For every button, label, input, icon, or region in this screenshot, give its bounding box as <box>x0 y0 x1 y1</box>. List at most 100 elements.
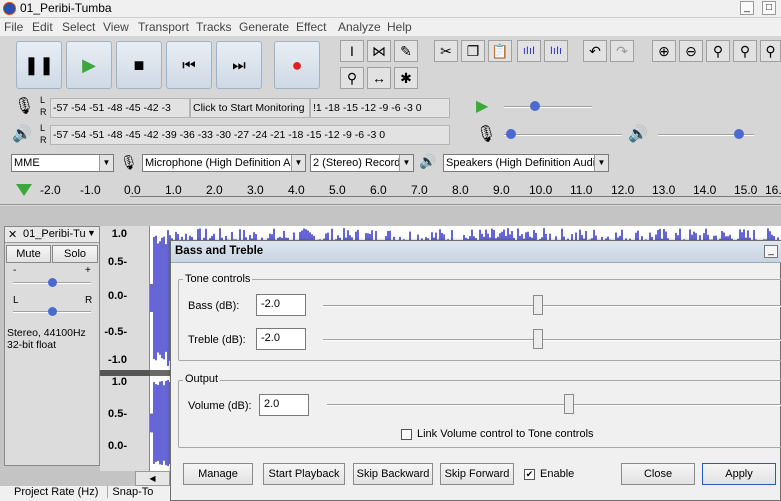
play-speed-slider[interactable] <box>504 94 594 116</box>
play-at-speed-icon[interactable]: ▶ <box>476 96 488 116</box>
gain-slider[interactable] <box>13 277 91 289</box>
play-button[interactable]: ▶ <box>66 41 112 89</box>
audio-host-select[interactable]: MME ▼ <box>11 154 114 172</box>
treble-field[interactable]: -2.0 <box>256 328 306 350</box>
ruler-tick: 16. <box>765 183 781 197</box>
skip-to-end-button[interactable]: ⏭ <box>216 41 262 89</box>
ruler-tick: 12.0 <box>611 183 635 197</box>
ruler-tick: 1.0 <box>165 183 182 197</box>
volume-slider[interactable] <box>327 394 781 416</box>
silence-icon: IıIı <box>549 45 563 57</box>
record-meter-scale-end[interactable]: !1 -18 -15 -12 -9 -6 -3 0 <box>310 98 450 118</box>
volume-field[interactable]: 2.0 <box>259 394 309 416</box>
menu-tracks[interactable]: Tracks <box>196 20 232 34</box>
undo-button[interactable]: ↶ <box>583 40 607 62</box>
redo-button[interactable]: ↷ <box>610 40 634 62</box>
ruler-tick: 7.0 <box>411 183 428 197</box>
close-button[interactable]: Close <box>621 463 695 485</box>
stop-button[interactable]: ■ <box>116 41 162 89</box>
ruler-tick: 13.0 <box>652 183 676 197</box>
menu-view[interactable]: View <box>103 20 129 34</box>
manage-button[interactable]: Manage <box>183 463 253 485</box>
maximize-button[interactable]: □ <box>762 1 776 15</box>
pan-slider[interactable] <box>13 306 91 318</box>
minimize-button[interactable]: _ <box>740 1 754 15</box>
timeshift-tool[interactable]: ↔ <box>367 67 391 89</box>
zoom-in-icon: ⊕ <box>658 42 670 59</box>
start-playback-button[interactable]: Start Playback <box>263 463 345 485</box>
record-meter-monitor[interactable]: Click to Start Monitoring <box>190 98 310 118</box>
output-volume-slider[interactable] <box>658 122 758 144</box>
pause-icon: ❚❚ <box>23 54 55 75</box>
play-speed-thumb[interactable] <box>530 101 540 111</box>
record-meter-scale[interactable]: -57 -54 -51 -48 -45 -42 -3 <box>50 98 190 118</box>
bass-slider[interactable] <box>323 295 781 317</box>
playback-device-select[interactable]: Speakers (High Definition Audio ▼ <box>443 154 609 172</box>
cut-button[interactable]: ✂ <box>434 40 458 62</box>
menu-analyze[interactable]: Analyze <box>338 20 381 34</box>
skip-forward-button[interactable]: Skip Forward <box>440 463 514 485</box>
timeline-ruler[interactable]: -2.0 -1.0 0.0 1.0 2.0 3.0 4.0 5.0 6.0 7.… <box>0 181 781 205</box>
bass-slider-thumb[interactable] <box>533 295 543 315</box>
fit-project-button[interactable]: ⚲ <box>733 40 757 62</box>
trim-button[interactable]: ıIıI <box>517 40 541 62</box>
scroll-left-button[interactable]: ◀ <box>135 471 170 486</box>
zoom-out-button[interactable]: ⊖ <box>679 40 703 62</box>
menu-transport[interactable]: Transport <box>138 20 189 34</box>
bass-field[interactable]: -2.0 <box>256 294 306 316</box>
menu-edit[interactable]: Edit <box>32 20 53 34</box>
zoom-toggle-button[interactable]: ⚲ <box>760 40 781 62</box>
skip-end-icon: ⏭ <box>232 56 246 74</box>
multi-tool[interactable]: ✱ <box>394 67 418 89</box>
pin-playhead-icon[interactable] <box>16 184 32 196</box>
envelope-tool[interactable]: ⋈ <box>367 40 391 62</box>
silence-button[interactable]: IıIı <box>544 40 568 62</box>
selection-tool[interactable]: I <box>340 40 364 62</box>
ibeam-icon: I <box>350 43 354 59</box>
link-volume-checkbox[interactable] <box>401 429 412 440</box>
status-bar: Project Rate (Hz) Snap-To <box>0 486 170 501</box>
fit-selection-button[interactable]: ⚲ <box>706 40 730 62</box>
ruler-tick: 10.0 <box>529 183 553 197</box>
ruler-tick: 11.0 <box>570 183 593 197</box>
volume-slider-thumb[interactable] <box>564 394 574 414</box>
zoom-in-button[interactable]: ⊕ <box>652 40 676 62</box>
skip-backward-button[interactable]: Skip Backward <box>353 463 433 485</box>
dialog-minimize-button[interactable]: _ <box>764 245 778 258</box>
ruler-scrub-bar <box>130 196 781 204</box>
zoom-toggle-icon: ⚲ <box>765 42 776 59</box>
play-meter-channels: LR <box>40 123 47 145</box>
apply-button[interactable]: Apply <box>702 463 776 485</box>
recording-channels-select[interactable]: 2 (Stereo) Record ▼ <box>310 154 414 172</box>
output-volume-thumb[interactable] <box>734 129 744 139</box>
play-meter-scale[interactable]: -57 -54 -51 -48 -45 -42 -39 -36 -33 -30 … <box>50 125 450 145</box>
menu-file[interactable]: File <box>4 20 23 34</box>
copy-button[interactable]: ❐ <box>461 40 485 62</box>
treble-slider-thumb[interactable] <box>533 329 543 349</box>
track-name[interactable]: 01_Peribi-Tu <box>23 228 86 240</box>
input-volume-slider[interactable] <box>504 122 624 144</box>
pause-button[interactable]: ❚❚ <box>16 41 62 89</box>
menu-help[interactable]: Help <box>387 20 412 34</box>
menu-effect[interactable]: Effect <box>296 20 326 34</box>
recording-device-select[interactable]: Microphone (High Definition Au ▼ <box>142 154 306 172</box>
asterisk-icon: ✱ <box>400 69 412 86</box>
draw-tool[interactable]: ✎ <box>394 40 418 62</box>
paste-button[interactable]: 📋 <box>488 40 512 62</box>
skip-to-start-button[interactable]: ⏮ <box>166 41 212 89</box>
record-button[interactable]: ● <box>274 41 320 89</box>
mute-button[interactable]: Mute <box>6 245 51 263</box>
track-close-icon[interactable]: ✕ <box>8 228 17 241</box>
treble-slider[interactable] <box>323 329 781 351</box>
enable-checkbox[interactable]: ✔ <box>524 469 535 480</box>
gain-thumb[interactable] <box>48 278 57 287</box>
magnifier-icon: ⚲ <box>346 69 358 86</box>
input-volume-thumb[interactable] <box>506 129 516 139</box>
pan-thumb[interactable] <box>48 307 57 316</box>
track-menu-chevron-icon[interactable]: ▼ <box>87 228 96 238</box>
track-format: Stereo, 44100Hz 32-bit float <box>7 327 86 351</box>
zoom-tool[interactable]: ⚲ <box>340 67 364 89</box>
solo-button[interactable]: Solo <box>52 245 98 263</box>
menu-generate[interactable]: Generate <box>239 20 289 34</box>
menu-select[interactable]: Select <box>62 20 95 34</box>
